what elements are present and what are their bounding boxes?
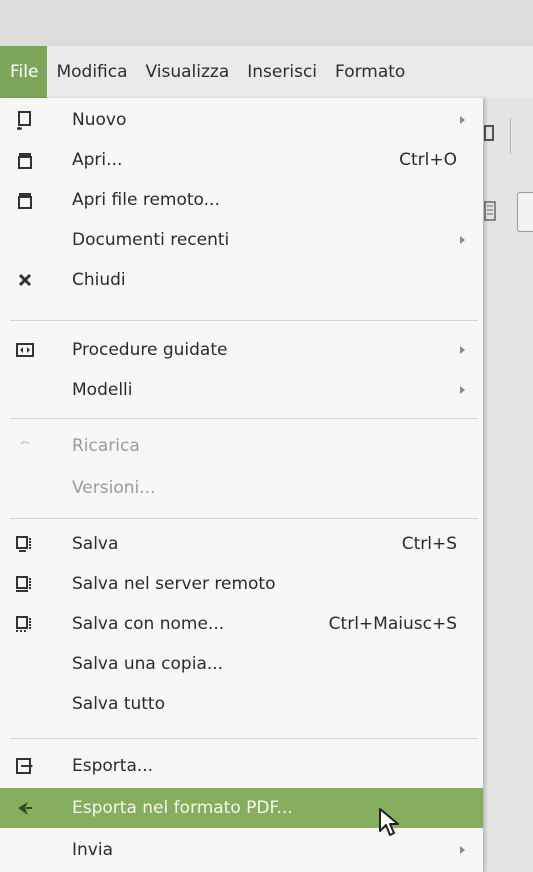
menu-separator — [10, 518, 478, 519]
menu-item-invia[interactable]: Invia — [0, 830, 483, 870]
toolbar-tool-icon[interactable] — [483, 118, 497, 148]
submenu-arrow-icon — [460, 386, 465, 394]
menu-item-label: Salva tutto — [72, 694, 165, 714]
menu-item-procedure-guidate[interactable]: Procedure guidate — [0, 330, 483, 370]
menu-item-modelli[interactable]: Modelli — [0, 370, 483, 410]
reload-icon — [14, 435, 36, 457]
menu-item-documenti-recenti[interactable]: Documenti recenti — [0, 220, 483, 260]
export-icon — [14, 755, 36, 777]
menu-separator — [10, 738, 478, 739]
menu-item-label: Apri... — [72, 150, 123, 170]
menubar-formato[interactable]: Formato — [326, 46, 414, 98]
mouse-pointer-icon — [379, 808, 399, 836]
menu-item-label: Modelli — [72, 380, 133, 400]
window-top-area — [0, 0, 533, 46]
toolbar-separator — [510, 118, 511, 154]
menubar-file[interactable]: File — [0, 46, 48, 98]
menu-item-shortcut: Ctrl+S — [401, 534, 457, 554]
menu-item-label: Versioni... — [72, 478, 156, 498]
menu-item-apri-file-remoto[interactable]: Apri file remoto... — [0, 180, 483, 220]
menubar-inserisci[interactable]: Inserisci — [238, 46, 326, 98]
menu-item-salva-server-remoto[interactable]: Salva nel server remoto — [0, 564, 483, 604]
menubar-visualizza[interactable]: Visualizza — [137, 46, 239, 98]
close-icon — [14, 269, 36, 291]
menu-item-shortcut: Ctrl+Maiusc+S — [328, 614, 457, 634]
file-menu: Nuovo Apri... Ctrl+O Apri file remoto...… — [0, 98, 484, 872]
menu-item-label: Esporta nel formato PDF... — [72, 798, 293, 818]
menubar-modifica[interactable]: Modifica — [47, 46, 136, 98]
menu-item-shortcut: Ctrl+O — [399, 150, 457, 170]
toolbar-format-icon[interactable] — [483, 196, 497, 226]
submenu-arrow-icon — [460, 116, 465, 124]
open-folder-icon — [14, 149, 36, 171]
menu-item-apri[interactable]: Apri... Ctrl+O — [0, 140, 483, 180]
menubar: File Modifica Visualizza Inserisci Forma… — [0, 46, 533, 98]
submenu-arrow-icon — [460, 846, 465, 854]
menu-item-label: Procedure guidate — [72, 340, 228, 360]
menu-item-label: Salva nel server remoto — [72, 574, 276, 594]
menu-item-salva-con-nome[interactable]: Salva con nome... Ctrl+Maiusc+S — [0, 604, 483, 644]
menu-item-salva-tutto[interactable]: Salva tutto — [0, 684, 483, 724]
menu-item-label: Documenti recenti — [72, 230, 230, 250]
menu-separator — [10, 320, 478, 321]
open-remote-icon — [14, 189, 36, 211]
save-as-icon — [14, 613, 36, 635]
export-pdf-icon — [14, 797, 36, 819]
save-icon — [14, 533, 36, 555]
submenu-arrow-icon — [460, 236, 465, 244]
menu-item-versioni[interactable]: Versioni... — [0, 468, 483, 508]
menu-item-label: Apri file remoto... — [72, 190, 220, 210]
menu-item-esporta[interactable]: Esporta... — [0, 746, 483, 786]
menu-item-esporta-pdf[interactable]: Esporta nel formato PDF... — [0, 788, 483, 828]
toolbar-dropdown[interactable] — [517, 192, 533, 232]
menu-item-label: Salva con nome... — [72, 614, 225, 634]
menu-item-salva[interactable]: Salva Ctrl+S — [0, 524, 483, 564]
menu-item-salva-una-copia[interactable]: Salva una copia... — [0, 644, 483, 684]
menu-item-nuovo[interactable]: Nuovo — [0, 100, 483, 140]
menu-item-label: Salva una copia... — [72, 654, 224, 674]
menu-item-label: Esporta... — [72, 756, 154, 776]
wizard-icon — [14, 339, 36, 361]
menu-item-label: Chiudi — [72, 270, 126, 290]
menu-separator — [10, 418, 478, 419]
menu-item-ricarica[interactable]: Ricarica — [0, 426, 483, 466]
menu-item-label: Invia — [72, 840, 113, 860]
menu-item-label: Ricarica — [72, 436, 140, 456]
submenu-arrow-icon — [460, 346, 465, 354]
menu-item-chiudi[interactable]: Chiudi — [0, 260, 483, 300]
save-remote-icon — [14, 573, 36, 595]
menu-item-label: Nuovo — [72, 110, 127, 130]
new-document-icon — [14, 109, 36, 131]
menu-item-label: Salva — [72, 534, 119, 554]
